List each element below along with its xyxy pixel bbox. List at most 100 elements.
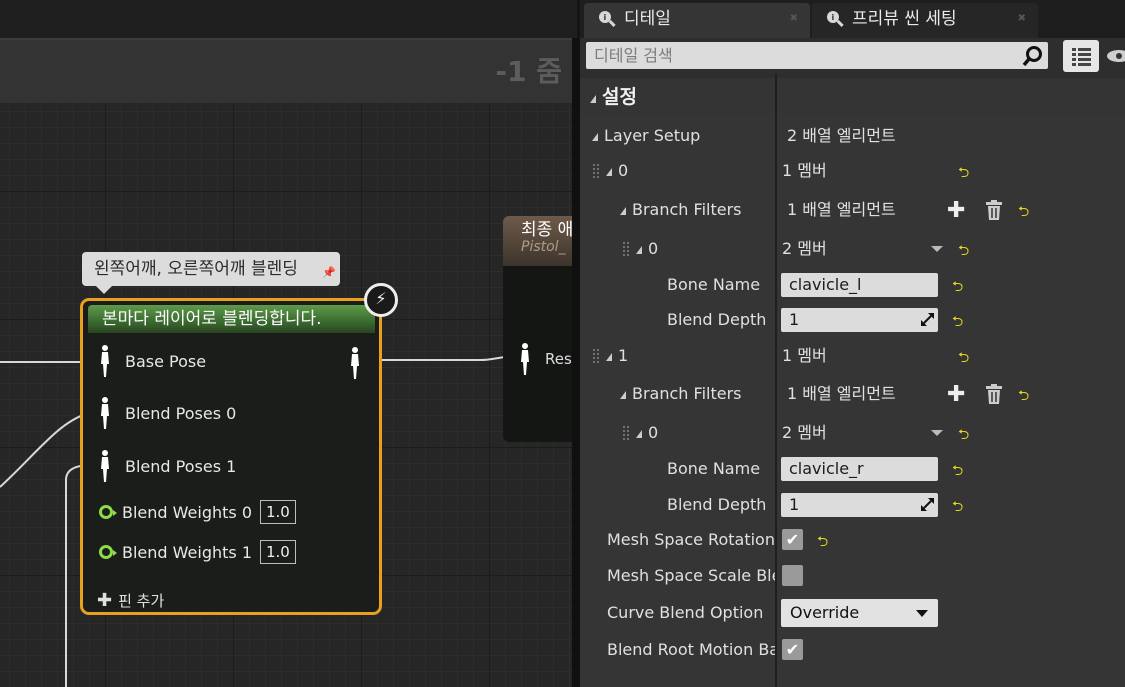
pin-label: Blend Weights 1: [122, 542, 252, 562]
grid-icon: [1072, 48, 1091, 66]
bone-name-input[interactable]: clavicle_r: [781, 457, 938, 481]
pin-label: Res: [545, 350, 572, 368]
pose-output-pin-icon[interactable]: [349, 346, 361, 380]
eye-icon[interactable]: [1105, 46, 1125, 66]
row-label: Layer Setup: [592, 118, 700, 154]
blend-depth-input[interactable]: 1: [781, 308, 938, 332]
row-label: Branch Filters: [620, 192, 741, 228]
row-label: Mesh Space Rotation Bl: [607, 530, 775, 549]
trash-icon[interactable]: [985, 384, 1003, 404]
add-pin-button[interactable]: ✚ 핀 추가: [97, 590, 164, 611]
pin-label: Blend Weights 0: [122, 502, 252, 522]
chevron-down-icon: [916, 610, 928, 617]
row-blend-root-motion: Blend Root Motion Base ✔: [580, 632, 1125, 668]
expand-arrow-icon[interactable]: [620, 391, 626, 399]
final-pose-node[interactable]: 최종 애 Pistol_ Res: [503, 216, 583, 442]
tab-label: 디테일: [624, 9, 671, 29]
tab-details[interactable]: i 디테일 ✖: [584, 3, 810, 38]
row-label: Bone Name: [667, 275, 761, 294]
mesh-space-rotation-checkbox[interactable]: ✔: [782, 529, 803, 550]
blend-weight-1-input[interactable]: 1.0: [260, 540, 296, 564]
float-pin-icon: [99, 545, 117, 559]
comment-bubble[interactable]: 왼쪽어깨, 오른쪽어깨 블렌딩 📌: [82, 252, 340, 294]
pin-label: Blend Poses 0: [125, 403, 237, 423]
curve-blend-option-select[interactable]: Override: [781, 599, 938, 627]
row-mesh-space-rotation: Mesh Space Rotation Bl ✔ ⮌: [580, 522, 1125, 558]
anim-graph-canvas[interactable]: -1 줌 왼쪽어깨, 오른쪽어깨 블렌딩 📌 본마다 레이어로 블렌딩합니다. …: [0, 0, 583, 687]
close-icon[interactable]: ✖: [790, 3, 798, 35]
close-icon[interactable]: ✖: [1018, 3, 1026, 35]
blend-weight-0-input[interactable]: 1.0: [260, 500, 296, 524]
reset-to-default-icon[interactable]: ⮌: [1018, 201, 1029, 225]
add-element-icon[interactable]: ✚: [947, 198, 965, 223]
pin-base-pose[interactable]: Base Pose: [99, 344, 206, 378]
expand-arrow-icon[interactable]: [606, 168, 612, 176]
row-value: 1 배열 엘리먼트: [787, 200, 896, 219]
expand-arrow-icon[interactable]: [592, 133, 598, 141]
tab-preview-scene-settings[interactable]: i 프리뷰 씬 세팅 ✖: [812, 3, 1038, 38]
view-options-button[interactable]: [1063, 40, 1099, 72]
row-layer-0-branch-filters: Branch Filters 1 배열 엘리먼트 ✚ ⮌: [580, 192, 1125, 228]
row-label: Branch Filters: [620, 376, 741, 412]
row-label: 0: [636, 415, 658, 451]
expand-arrow-icon[interactable]: [606, 353, 612, 361]
pin-icon[interactable]: 📌: [322, 256, 336, 290]
search-icon[interactable]: [1022, 45, 1044, 67]
reset-to-default-icon[interactable]: ⮌: [952, 276, 963, 300]
row-layer-0: 0 1 멤버 ⮌: [580, 153, 1125, 189]
node-title: 본마다 레이어로 블렌딩합니다.: [88, 305, 375, 333]
row-label: Curve Blend Option: [607, 603, 764, 622]
pose-pin-icon: [101, 450, 109, 482]
chevron-down-icon[interactable]: [931, 430, 943, 436]
reset-to-default-icon[interactable]: ⮌: [952, 460, 963, 484]
reset-to-default-icon[interactable]: ⮌: [958, 347, 969, 371]
mesh-space-scale-checkbox[interactable]: [782, 565, 803, 586]
blend-depth-value: 1: [789, 310, 800, 329]
category-settings[interactable]: 설정: [580, 78, 1125, 116]
drag-handle-icon[interactable]: [592, 163, 600, 179]
details-icon: i: [827, 11, 844, 27]
svg-text:i: i: [832, 13, 835, 22]
add-element-icon[interactable]: ✚: [947, 382, 965, 407]
spin-arrows-icon[interactable]: [921, 313, 934, 326]
drag-handle-icon[interactable]: [592, 348, 600, 364]
blend-depth-input[interactable]: 1: [781, 493, 938, 517]
spin-arrows-icon[interactable]: [921, 498, 934, 511]
expand-arrow-icon[interactable]: [620, 207, 626, 215]
pin-blend-poses-1[interactable]: Blend Poses 1: [99, 449, 236, 483]
expand-arrow-icon[interactable]: [636, 430, 642, 438]
reset-to-default-icon[interactable]: ⮌: [958, 240, 969, 264]
result-pin[interactable]: Res: [519, 342, 572, 376]
reset-to-default-icon[interactable]: ⮌: [958, 424, 969, 448]
row-layer-0-blend-depth: Blend Depth 1 ⮌: [580, 302, 1125, 338]
reset-to-default-icon[interactable]: ⮌: [958, 162, 969, 186]
row-mesh-space-scale: Mesh Space Scale Blend: [580, 558, 1125, 594]
pin-blend-poses-0[interactable]: Blend Poses 0: [99, 396, 236, 430]
chevron-down-icon[interactable]: [931, 246, 943, 252]
row-label: Blend Root Motion Base: [607, 640, 775, 659]
category-label: 설정: [602, 86, 637, 108]
panel-splitter[interactable]: [572, 38, 580, 687]
pose-pin-icon: [521, 343, 529, 375]
row-value: 1 멤버: [782, 161, 827, 180]
layered-blend-node[interactable]: 본마다 레이어로 블렌딩합니다. Base Pose Blend Poses 0…: [80, 298, 382, 615]
search-input[interactable]: 디테일 검색: [586, 42, 1048, 69]
drag-handle-icon[interactable]: [622, 425, 630, 441]
combo-value: Override: [790, 603, 860, 622]
reset-to-default-icon[interactable]: ⮌: [1018, 385, 1029, 409]
pin-blend-weights-1[interactable]: Blend Weights 1 1.0: [99, 540, 296, 564]
drag-handle-icon[interactable]: [622, 241, 630, 257]
collapse-arrow-icon: [590, 95, 596, 103]
reset-to-default-icon[interactable]: ⮌: [952, 311, 963, 335]
pin-blend-weights-0[interactable]: Blend Weights 0 1.0: [99, 500, 296, 524]
row-label: 0: [606, 153, 628, 189]
reset-to-default-icon[interactable]: ⮌: [952, 496, 963, 520]
expand-arrow-icon[interactable]: [636, 246, 642, 254]
trash-icon[interactable]: [985, 200, 1003, 220]
pin-label: Base Pose: [125, 351, 207, 371]
bone-name-input[interactable]: clavicle_l: [781, 273, 938, 297]
row-label: Blend Depth: [667, 310, 767, 329]
reset-to-default-icon[interactable]: ⮌: [817, 531, 828, 555]
blend-root-motion-checkbox[interactable]: ✔: [782, 639, 803, 660]
row-layer-1: 1 1 멤버 ⮌: [580, 338, 1125, 374]
